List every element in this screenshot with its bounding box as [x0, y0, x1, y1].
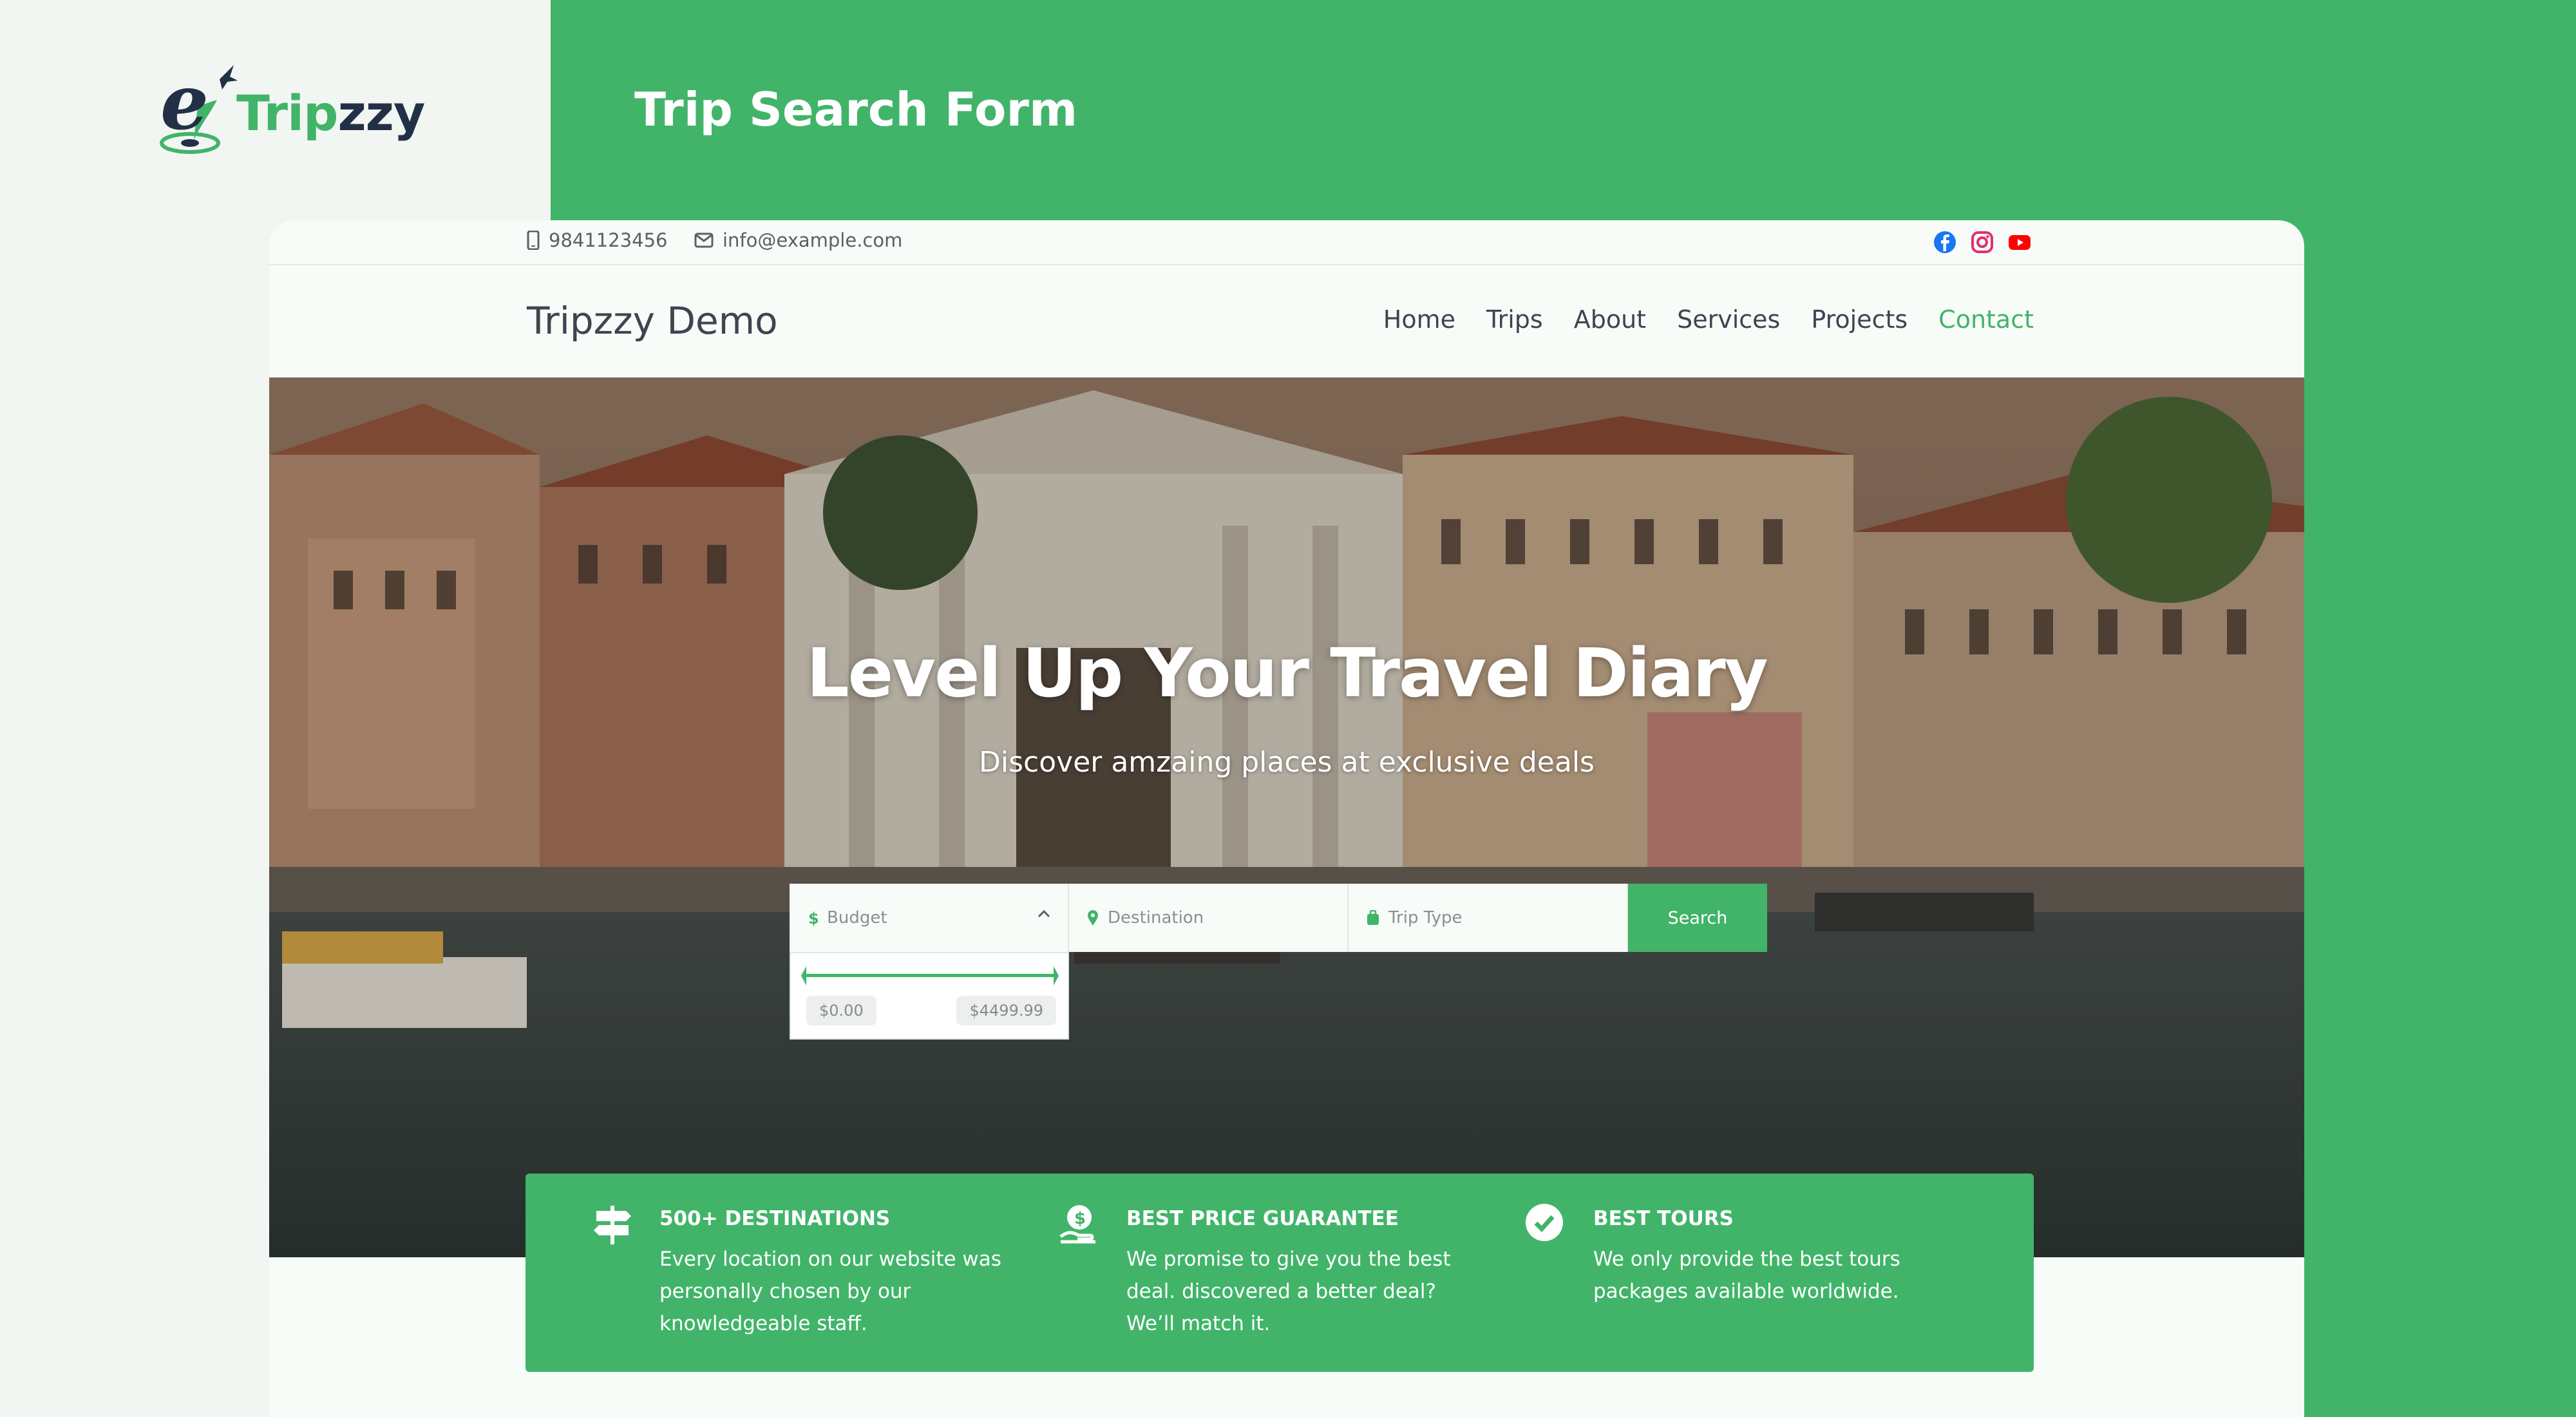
svg-text:$: $ [808, 909, 818, 927]
feature-text: We only provide the best tours packages … [1593, 1248, 1900, 1303]
page-title: Trip Search Form [634, 82, 1078, 137]
logo-wordmark: Tripzzy [236, 84, 425, 142]
website-preview: 9841123456 info@example.com Tripzzy Demo… [269, 220, 2304, 1417]
budget-range-dropdown: $0.00 $4499.99 [790, 952, 1069, 1040]
budget-placeholder: Budget [827, 908, 887, 927]
map-pin-icon [1088, 910, 1098, 926]
trip-search-form: $ Budget Destination Trip Type Search [790, 884, 1767, 952]
nav-item-trips[interactable]: Trips [1486, 305, 1543, 334]
hero-title: Level Up Your Travel Diary [806, 634, 1768, 712]
hero-subtitle: Discover amzaing places at exclusive dea… [979, 746, 1595, 779]
phone-contact[interactable]: 9841123456 [527, 229, 668, 251]
search-button[interactable]: Search [1628, 884, 1767, 952]
trip-type-placeholder: Trip Type [1388, 908, 1463, 927]
hero-section: Level Up Your Travel Diary Discover amza… [269, 377, 2304, 1257]
check-circle-icon [1526, 1204, 1563, 1241]
money-bag-icon: $ [1059, 1205, 1095, 1244]
trip-type-field[interactable]: Trip Type [1349, 884, 1628, 952]
top-info-bar: 9841123456 info@example.com [269, 220, 2304, 265]
budget-slider-track[interactable] [804, 974, 1057, 977]
svg-text:e: e [160, 61, 209, 147]
feature-text: Every location on our website was person… [659, 1248, 1001, 1335]
budget-max-value: $4499.99 [956, 996, 1056, 1025]
features-strip: 500+ DESTINATIONS Every location on our … [526, 1174, 2034, 1372]
signpost-icon [594, 1206, 631, 1244]
budget-field[interactable]: $ Budget [790, 884, 1069, 952]
destination-field[interactable]: Destination [1069, 884, 1349, 952]
budget-min-value: $0.00 [806, 996, 876, 1025]
feature-title: 500+ DESTINATIONS [659, 1207, 891, 1230]
feature-text: We promise to give you the best deal. di… [1126, 1248, 1451, 1335]
nav-item-home[interactable]: Home [1383, 305, 1455, 334]
venice-hero-image [269, 377, 2304, 1257]
instagram-icon[interactable] [1969, 229, 1995, 255]
email-contact[interactable]: info@example.com [694, 229, 902, 251]
slider-min-handle[interactable] [801, 966, 806, 985]
feature-title: BEST TOURS [1593, 1207, 1734, 1230]
phone-icon [527, 231, 540, 250]
site-title[interactable]: Tripzzy Demo [527, 299, 778, 343]
suitcase-icon [1367, 910, 1379, 925]
youtube-icon[interactable] [2007, 229, 2032, 255]
nav-item-contact[interactable]: Contact [1938, 305, 2034, 334]
envelope-icon [694, 233, 714, 248]
nav-item-projects[interactable]: Projects [1811, 305, 1908, 334]
destination-placeholder: Destination [1108, 908, 1204, 927]
logo-mark-icon: e [160, 61, 238, 154]
main-navbar: Tripzzy Demo Home Trips About Services P… [269, 267, 2304, 376]
tripzzy-logo: e Tripzzy [158, 61, 425, 158]
slider-max-handle[interactable] [1054, 966, 1059, 985]
nav-item-about[interactable]: About [1574, 305, 1646, 334]
logo-word-zzy: zzy [337, 84, 425, 142]
nav-menu: Home Trips About Services Projects Conta… [1383, 305, 2034, 334]
svg-text:$: $ [1074, 1209, 1086, 1228]
dollar-icon: $ [808, 909, 818, 927]
facebook-icon[interactable] [1932, 229, 1958, 255]
email-address: info@example.com [723, 229, 903, 251]
nav-item-services[interactable]: Services [1677, 305, 1780, 334]
logo-word-trip: Trip [236, 84, 338, 142]
phone-number: 9841123456 [549, 229, 668, 251]
feature-title: BEST PRICE GUARANTEE [1126, 1207, 1399, 1230]
chevron-up-icon[interactable] [1037, 909, 1051, 918]
